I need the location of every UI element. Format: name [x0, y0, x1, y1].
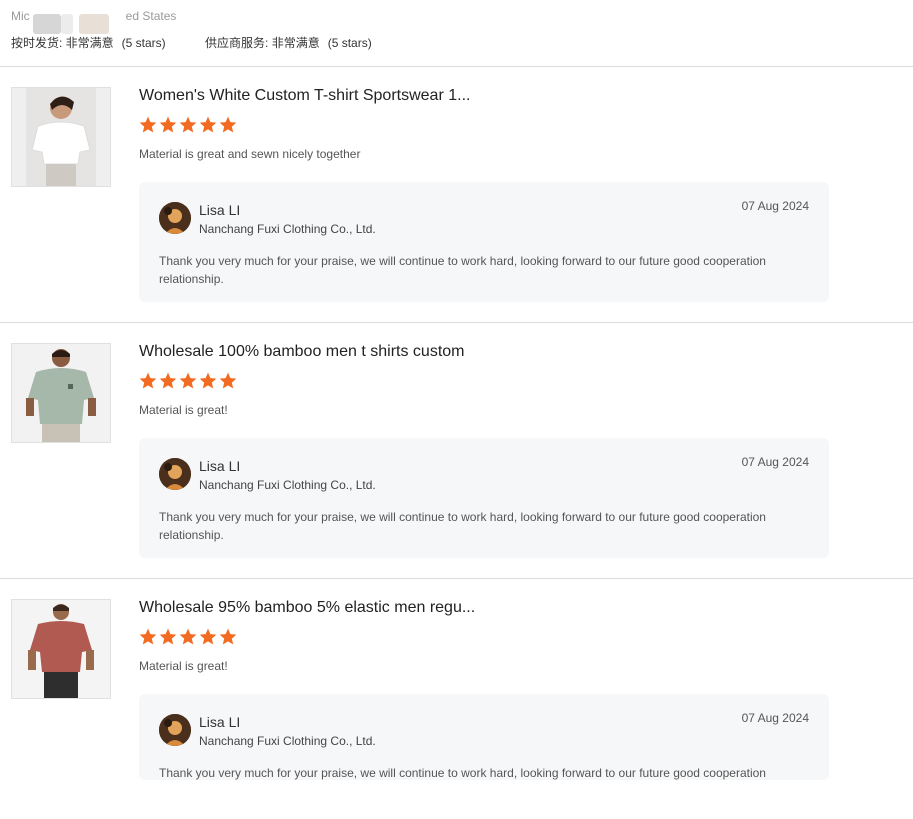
avatar-image — [159, 458, 191, 490]
review-header: Mic ed States 按时发货: 非常满意 (5 stars) 供应商服务: … — [11, 8, 901, 64]
reply-date: 07 Aug 2024 — [741, 711, 809, 725]
star-icon — [198, 115, 218, 135]
man-tshirt-image — [12, 344, 110, 442]
star-rating — [138, 115, 238, 135]
star-icon — [178, 115, 198, 135]
redacted-patch — [61, 14, 73, 34]
reply-company: Nanchang Fuxi Clothing Co., Ltd. — [199, 478, 376, 492]
redacted-patch — [33, 14, 61, 34]
avatar — [159, 458, 191, 490]
star-icon — [218, 371, 238, 391]
reply-author-name: Lisa LI — [199, 202, 241, 218]
avatar-image — [159, 714, 191, 746]
reply-message: Thank you very much for your praise, we … — [159, 766, 766, 780]
review-comment: Material is great! — [139, 403, 228, 417]
supplier-reply: Lisa LI Nanchang Fuxi Clothing Co., Ltd.… — [139, 694, 829, 780]
star-icon — [138, 371, 158, 391]
reply-author-name: Lisa LI — [199, 458, 241, 474]
review-item: Wholesale 95% bamboo 5% elastic men regu… — [0, 579, 913, 819]
avatar — [159, 202, 191, 234]
reply-message: Thank you very much for your praise, we … — [159, 254, 766, 286]
product-thumbnail[interactable] — [11, 599, 111, 699]
star-rating — [138, 371, 238, 391]
avatar — [159, 714, 191, 746]
star-icon — [158, 115, 178, 135]
star-icon — [198, 371, 218, 391]
review-item: Wholesale 100% bamboo men t shirts custo… — [0, 323, 913, 563]
review-comment: Material is great and sewn nicely togeth… — [139, 147, 361, 161]
reply-company: Nanchang Fuxi Clothing Co., Ltd. — [199, 734, 376, 748]
review-item: Women's White Custom T-shirt Sportswear … — [0, 67, 913, 307]
star-icon — [138, 115, 158, 135]
star-icon — [158, 371, 178, 391]
star-icon — [158, 627, 178, 647]
reviewer-location-prefix: Mic — [11, 9, 30, 23]
avatar-image — [159, 202, 191, 234]
reply-date: 07 Aug 2024 — [741, 199, 809, 213]
supplier-reply: Lisa LI Nanchang Fuxi Clothing Co., Ltd.… — [139, 182, 829, 302]
star-icon — [218, 115, 238, 135]
product-thumbnail[interactable] — [11, 343, 111, 443]
woman-tshirt-image — [12, 88, 110, 186]
reviewer-location-suffix: ed States — [125, 9, 177, 23]
star-icon — [218, 627, 238, 647]
review-comment: Material is great! — [139, 659, 228, 673]
redacted-patch — [79, 14, 109, 34]
reply-message: Thank you very much for your praise, we … — [159, 510, 766, 542]
product-title[interactable]: Wholesale 95% bamboo 5% elastic men regu… — [139, 599, 475, 617]
overall-ratings: 按时发货: 非常满意 (5 stars) 供应商服务: 非常满意 (5 stars) — [11, 34, 408, 51]
star-icon — [138, 627, 158, 647]
man-tshirt-image — [12, 600, 110, 698]
reply-company: Nanchang Fuxi Clothing Co., Ltd. — [199, 222, 376, 236]
star-icon — [178, 371, 198, 391]
supplier-reply: Lisa LI Nanchang Fuxi Clothing Co., Ltd.… — [139, 438, 829, 558]
rating-shipping: 按时发货: 非常满意 (5 stars) — [11, 36, 166, 50]
product-thumbnail[interactable] — [11, 87, 111, 187]
star-icon — [198, 627, 218, 647]
star-icon — [178, 627, 198, 647]
star-rating — [138, 627, 238, 647]
reply-author-name: Lisa LI — [199, 714, 241, 730]
product-title[interactable]: Women's White Custom T-shirt Sportswear … — [139, 87, 470, 105]
rating-supplier-service: 供应商服务: 非常满意 (5 stars) — [205, 36, 372, 50]
product-title[interactable]: Wholesale 100% bamboo men t shirts custo… — [139, 343, 464, 361]
reply-date: 07 Aug 2024 — [741, 455, 809, 469]
